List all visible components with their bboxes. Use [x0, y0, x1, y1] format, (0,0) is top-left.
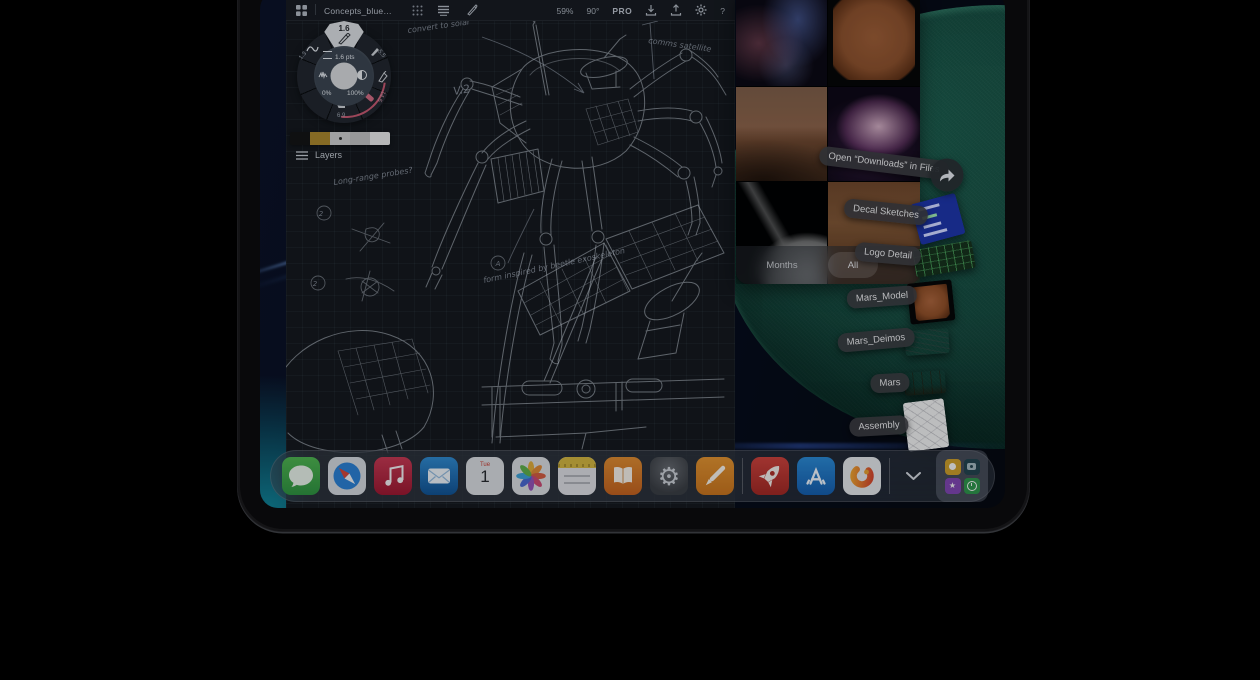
dock-safari-icon[interactable] — [328, 457, 366, 495]
ipad-screen: Concepts_blue… 59% 90° PRO — [260, 0, 1005, 508]
annotation-marker-3: A — [495, 260, 501, 268]
document-title[interactable]: Concepts_blue… — [324, 6, 392, 16]
forward-arrow-icon — [939, 168, 956, 182]
swatch-black[interactable] — [290, 132, 310, 145]
tab-months[interactable]: Months — [754, 246, 810, 284]
dock-rocket-app-icon[interactable] — [751, 457, 789, 495]
annotation-convert-to-solar: convert to solar — [407, 21, 471, 35]
drag-item-label[interactable]: Mars — [870, 372, 910, 393]
ring-size-4: 6.9 — [337, 113, 345, 119]
dock: Tue 1 ⚙ — [270, 450, 995, 502]
toolbar-divider — [315, 4, 316, 15]
calendar-day: 1 — [466, 468, 504, 487]
drag-thumb-mars[interactable] — [904, 370, 947, 396]
dots-grid-icon[interactable] — [412, 5, 423, 16]
app-grid-icon[interactable] — [296, 5, 307, 16]
annotation-probes: Long-range probes? — [333, 165, 414, 187]
dock-notes-icon[interactable] — [558, 457, 596, 495]
stroke-size-label: 1.6 pts — [335, 54, 355, 61]
layers-menu-icon — [296, 151, 308, 160]
ipad-device: Concepts_blue… 59% 90° PRO — [237, 0, 1030, 532]
dock-linea-sketch-icon[interactable] — [696, 457, 734, 495]
export-icon[interactable] — [670, 4, 682, 16]
settings-gear-icon[interactable] — [695, 4, 707, 16]
brush-tool-icon[interactable] — [306, 45, 319, 53]
annotation-comms-satellite: comms satellite — [648, 36, 712, 54]
color-knob[interactable] — [331, 63, 358, 90]
pen-nib-tool-icon[interactable] — [377, 71, 389, 83]
drag-thumb-assembly[interactable] — [903, 398, 950, 452]
import-icon[interactable] — [645, 4, 657, 16]
concepts-toolbar: Concepts_blue… 59% 90° PRO — [286, 0, 735, 21]
zoom-level[interactable]: 59% — [556, 6, 573, 16]
dock-app-library[interactable]: ★ — [936, 450, 988, 502]
contrast-icon — [357, 70, 367, 80]
dock-books-icon[interactable] — [604, 457, 642, 495]
app-library-tile-yellow — [945, 459, 961, 475]
tool-wheel-inner[interactable]: 1.6 pts 0% 100% — [314, 46, 374, 106]
photo-thumbnail-nebula[interactable] — [736, 0, 827, 86]
app-library-tile-star: ★ — [945, 478, 961, 494]
wallpaper-horizon-glow — [690, 443, 1005, 449]
layers-button[interactable]: Layers — [296, 150, 342, 160]
dock-collapse-chevron[interactable] — [898, 457, 928, 495]
opacity-min-label: 0% — [322, 90, 331, 97]
marker-tool-icon[interactable] — [369, 45, 381, 57]
rotation-value[interactable]: 90° — [586, 6, 599, 16]
swatch-selection-dot — [339, 137, 342, 140]
photo-thumbnail-mars-hill[interactable] — [736, 87, 827, 181]
tool-wheel[interactable]: 1.6 1.3 5.5 14.5 6.9 1.6 pts 0% 100% — [297, 29, 391, 123]
app-library-tile-clock — [964, 478, 980, 494]
dock-photos-icon[interactable] — [512, 457, 550, 495]
dock-mail-icon[interactable] — [420, 457, 458, 495]
layers-label: Layers — [315, 150, 342, 160]
help-button[interactable]: ? — [720, 6, 725, 16]
dock-music-icon[interactable] — [374, 457, 412, 495]
swatch-white[interactable] — [370, 132, 390, 145]
pen-tool-icon[interactable] — [466, 4, 478, 16]
concepts-app-window[interactable]: Concepts_blue… 59% 90° PRO — [286, 0, 735, 508]
dock-messages-icon[interactable] — [282, 457, 320, 495]
active-tool-size: 1.6 — [323, 24, 365, 33]
photos-app-window[interactable]: Months All — [736, 0, 920, 284]
annotation-marker-1: 2 — [319, 210, 324, 218]
photo-thumbnail-mars-globe[interactable] — [828, 0, 920, 86]
selection-lines-icon[interactable] — [437, 5, 450, 16]
annotation-marker-2: 2 — [313, 280, 318, 288]
swatch-gray[interactable] — [350, 132, 370, 145]
dock-separator — [742, 458, 743, 494]
opacity-max-label: 100% — [347, 90, 364, 97]
app-library-tile-camera — [964, 459, 980, 475]
dock-concepts-icon[interactable] — [843, 457, 881, 495]
drag-item-label[interactable]: Assembly — [849, 415, 909, 437]
dock-separator — [889, 458, 890, 494]
dock-settings-icon[interactable]: ⚙ — [650, 457, 688, 495]
swatch-gold[interactable] — [310, 132, 330, 145]
stroke-width-icon — [323, 51, 332, 59]
pro-badge[interactable]: PRO — [612, 6, 632, 16]
annotation-version: V.2 — [452, 82, 471, 98]
gear-icon: ⚙ — [658, 462, 680, 491]
dock-calendar-icon[interactable]: Tue 1 — [466, 457, 504, 495]
smoothing-icon — [318, 70, 328, 80]
dock-app-store-icon[interactable] — [797, 457, 835, 495]
chevron-down-icon — [906, 472, 921, 480]
share-arrow-button[interactable] — [931, 159, 964, 192]
